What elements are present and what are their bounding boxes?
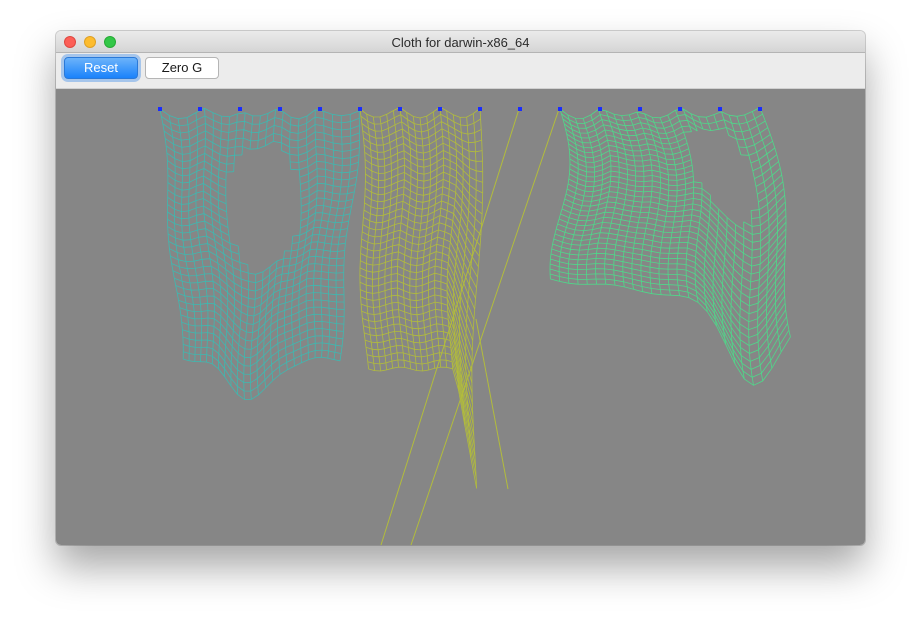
olive-cloth: [359, 106, 484, 489]
title-bar[interactable]: Cloth for darwin-x86_64: [56, 31, 865, 53]
toolbar: Reset Zero G: [56, 53, 865, 89]
simulation-canvas[interactable]: [56, 89, 865, 545]
pin-point: [358, 107, 362, 111]
pin-point: [678, 107, 682, 111]
pin-point: [718, 107, 722, 111]
pin-point: [238, 107, 242, 111]
pin-point: [518, 107, 522, 111]
strand-line: [475, 318, 509, 490]
pin-point: [638, 107, 642, 111]
pin-point: [478, 107, 482, 111]
cloth-meshes: [159, 106, 791, 545]
pin-point: [758, 107, 762, 111]
pin-points: [158, 107, 762, 111]
app-window: Cloth for darwin-x86_64 Reset Zero G: [56, 31, 865, 545]
pin-point: [198, 107, 202, 111]
cloth-scene[interactable]: [56, 89, 865, 545]
pin-point: [438, 107, 442, 111]
cyan-cloth: [159, 107, 360, 400]
pin-point: [558, 107, 562, 111]
zero-g-button[interactable]: Zero G: [145, 57, 219, 79]
pin-point: [598, 107, 602, 111]
pin-point: [398, 107, 402, 111]
pin-point: [278, 107, 282, 111]
window-title: Cloth for darwin-x86_64: [391, 35, 530, 50]
strand-line: [410, 108, 560, 545]
reset-button[interactable]: Reset: [64, 57, 138, 79]
pin-point: [158, 107, 162, 111]
pin-point: [318, 107, 322, 111]
green-cloth: [549, 107, 791, 386]
